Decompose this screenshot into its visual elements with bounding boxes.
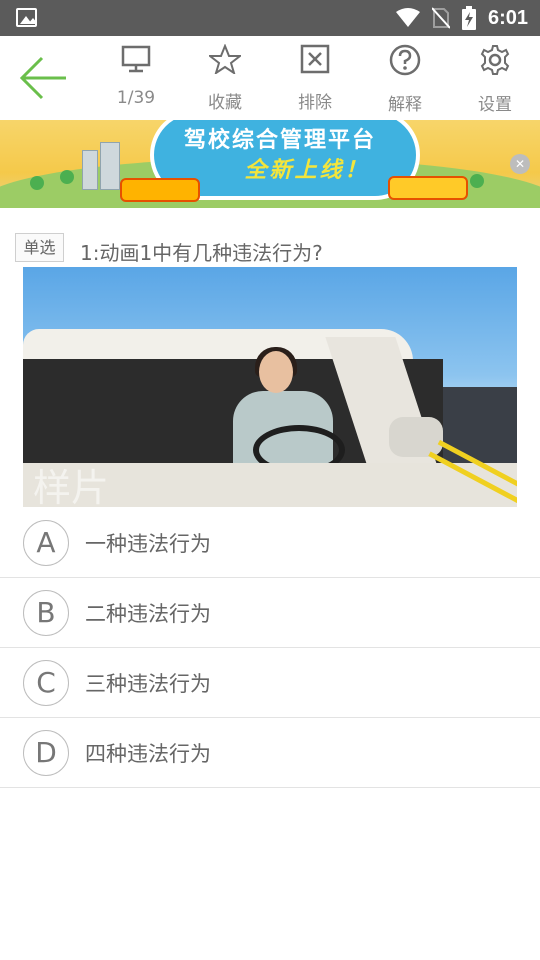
toolbar: 1/39 收藏 排除 解释 设置 bbox=[0, 36, 540, 120]
banner-tree bbox=[30, 176, 44, 190]
scene-driver-head bbox=[259, 351, 293, 393]
wifi-icon bbox=[395, 8, 420, 27]
question-type-badge: 单选 bbox=[15, 233, 64, 262]
exclude-button[interactable]: 排除 bbox=[277, 36, 353, 120]
status-icons: 6:01 bbox=[395, 0, 528, 36]
banner-bus bbox=[388, 176, 468, 200]
option-c[interactable]: C 三种违法行为 bbox=[0, 648, 540, 718]
banner-subtitle: 全新上线！ bbox=[244, 158, 370, 183]
back-button[interactable] bbox=[18, 54, 70, 102]
arrow-left-icon bbox=[19, 56, 66, 100]
option-a[interactable]: A 一种违法行为 bbox=[0, 508, 540, 578]
banner-ad[interactable]: 驾校综合管理平台 全新上线！ ✕ bbox=[0, 120, 540, 208]
question-image: 样片 bbox=[23, 267, 517, 507]
x-box-icon bbox=[300, 44, 330, 74]
progress-button[interactable]: 1/39 bbox=[98, 36, 174, 120]
status-bar: 6:01 bbox=[0, 0, 540, 36]
option-letter: C bbox=[23, 660, 69, 706]
banner-bus bbox=[120, 178, 200, 202]
progress-label: 1/39 bbox=[116, 88, 156, 108]
explain-label: 解释 bbox=[388, 95, 422, 115]
banner-building bbox=[82, 150, 98, 190]
option-letter: B bbox=[23, 590, 69, 636]
image-watermark: 样片 bbox=[33, 466, 110, 507]
option-text: 一种违法行为 bbox=[85, 532, 211, 556]
gear-icon bbox=[480, 45, 510, 75]
no-sim-icon bbox=[431, 7, 450, 29]
scene-side-mirror bbox=[389, 417, 443, 457]
banner-title: 驾校综合管理平台 bbox=[183, 128, 376, 153]
close-ad-icon[interactable]: ✕ bbox=[510, 154, 530, 174]
banner-tree bbox=[60, 170, 74, 184]
option-text: 二种违法行为 bbox=[85, 602, 211, 626]
option-d[interactable]: D 四种违法行为 bbox=[0, 718, 540, 788]
banner-building bbox=[100, 142, 120, 190]
option-b[interactable]: B 二种违法行为 bbox=[0, 578, 540, 648]
option-text: 三种违法行为 bbox=[85, 672, 211, 696]
monitor-icon bbox=[121, 45, 151, 73]
star-icon bbox=[209, 44, 241, 74]
settings-button[interactable]: 设置 bbox=[457, 36, 533, 120]
option-text: 四种违法行为 bbox=[85, 742, 211, 766]
favorite-button[interactable]: 收藏 bbox=[187, 36, 263, 120]
clock: 6:01 bbox=[487, 6, 528, 29]
option-letter: A bbox=[23, 520, 69, 566]
battery-charging-icon bbox=[461, 6, 476, 30]
explain-button[interactable]: 解释 bbox=[367, 36, 443, 120]
question-text: 1:动画1中有几种违法行为? bbox=[80, 241, 323, 265]
favorite-label: 收藏 bbox=[208, 93, 242, 113]
exclude-label: 排除 bbox=[298, 93, 332, 113]
banner-tree bbox=[470, 174, 484, 188]
question-circle-icon bbox=[389, 44, 421, 76]
gallery-icon bbox=[16, 8, 37, 27]
settings-label: 设置 bbox=[478, 95, 512, 115]
option-letter: D bbox=[23, 730, 69, 776]
